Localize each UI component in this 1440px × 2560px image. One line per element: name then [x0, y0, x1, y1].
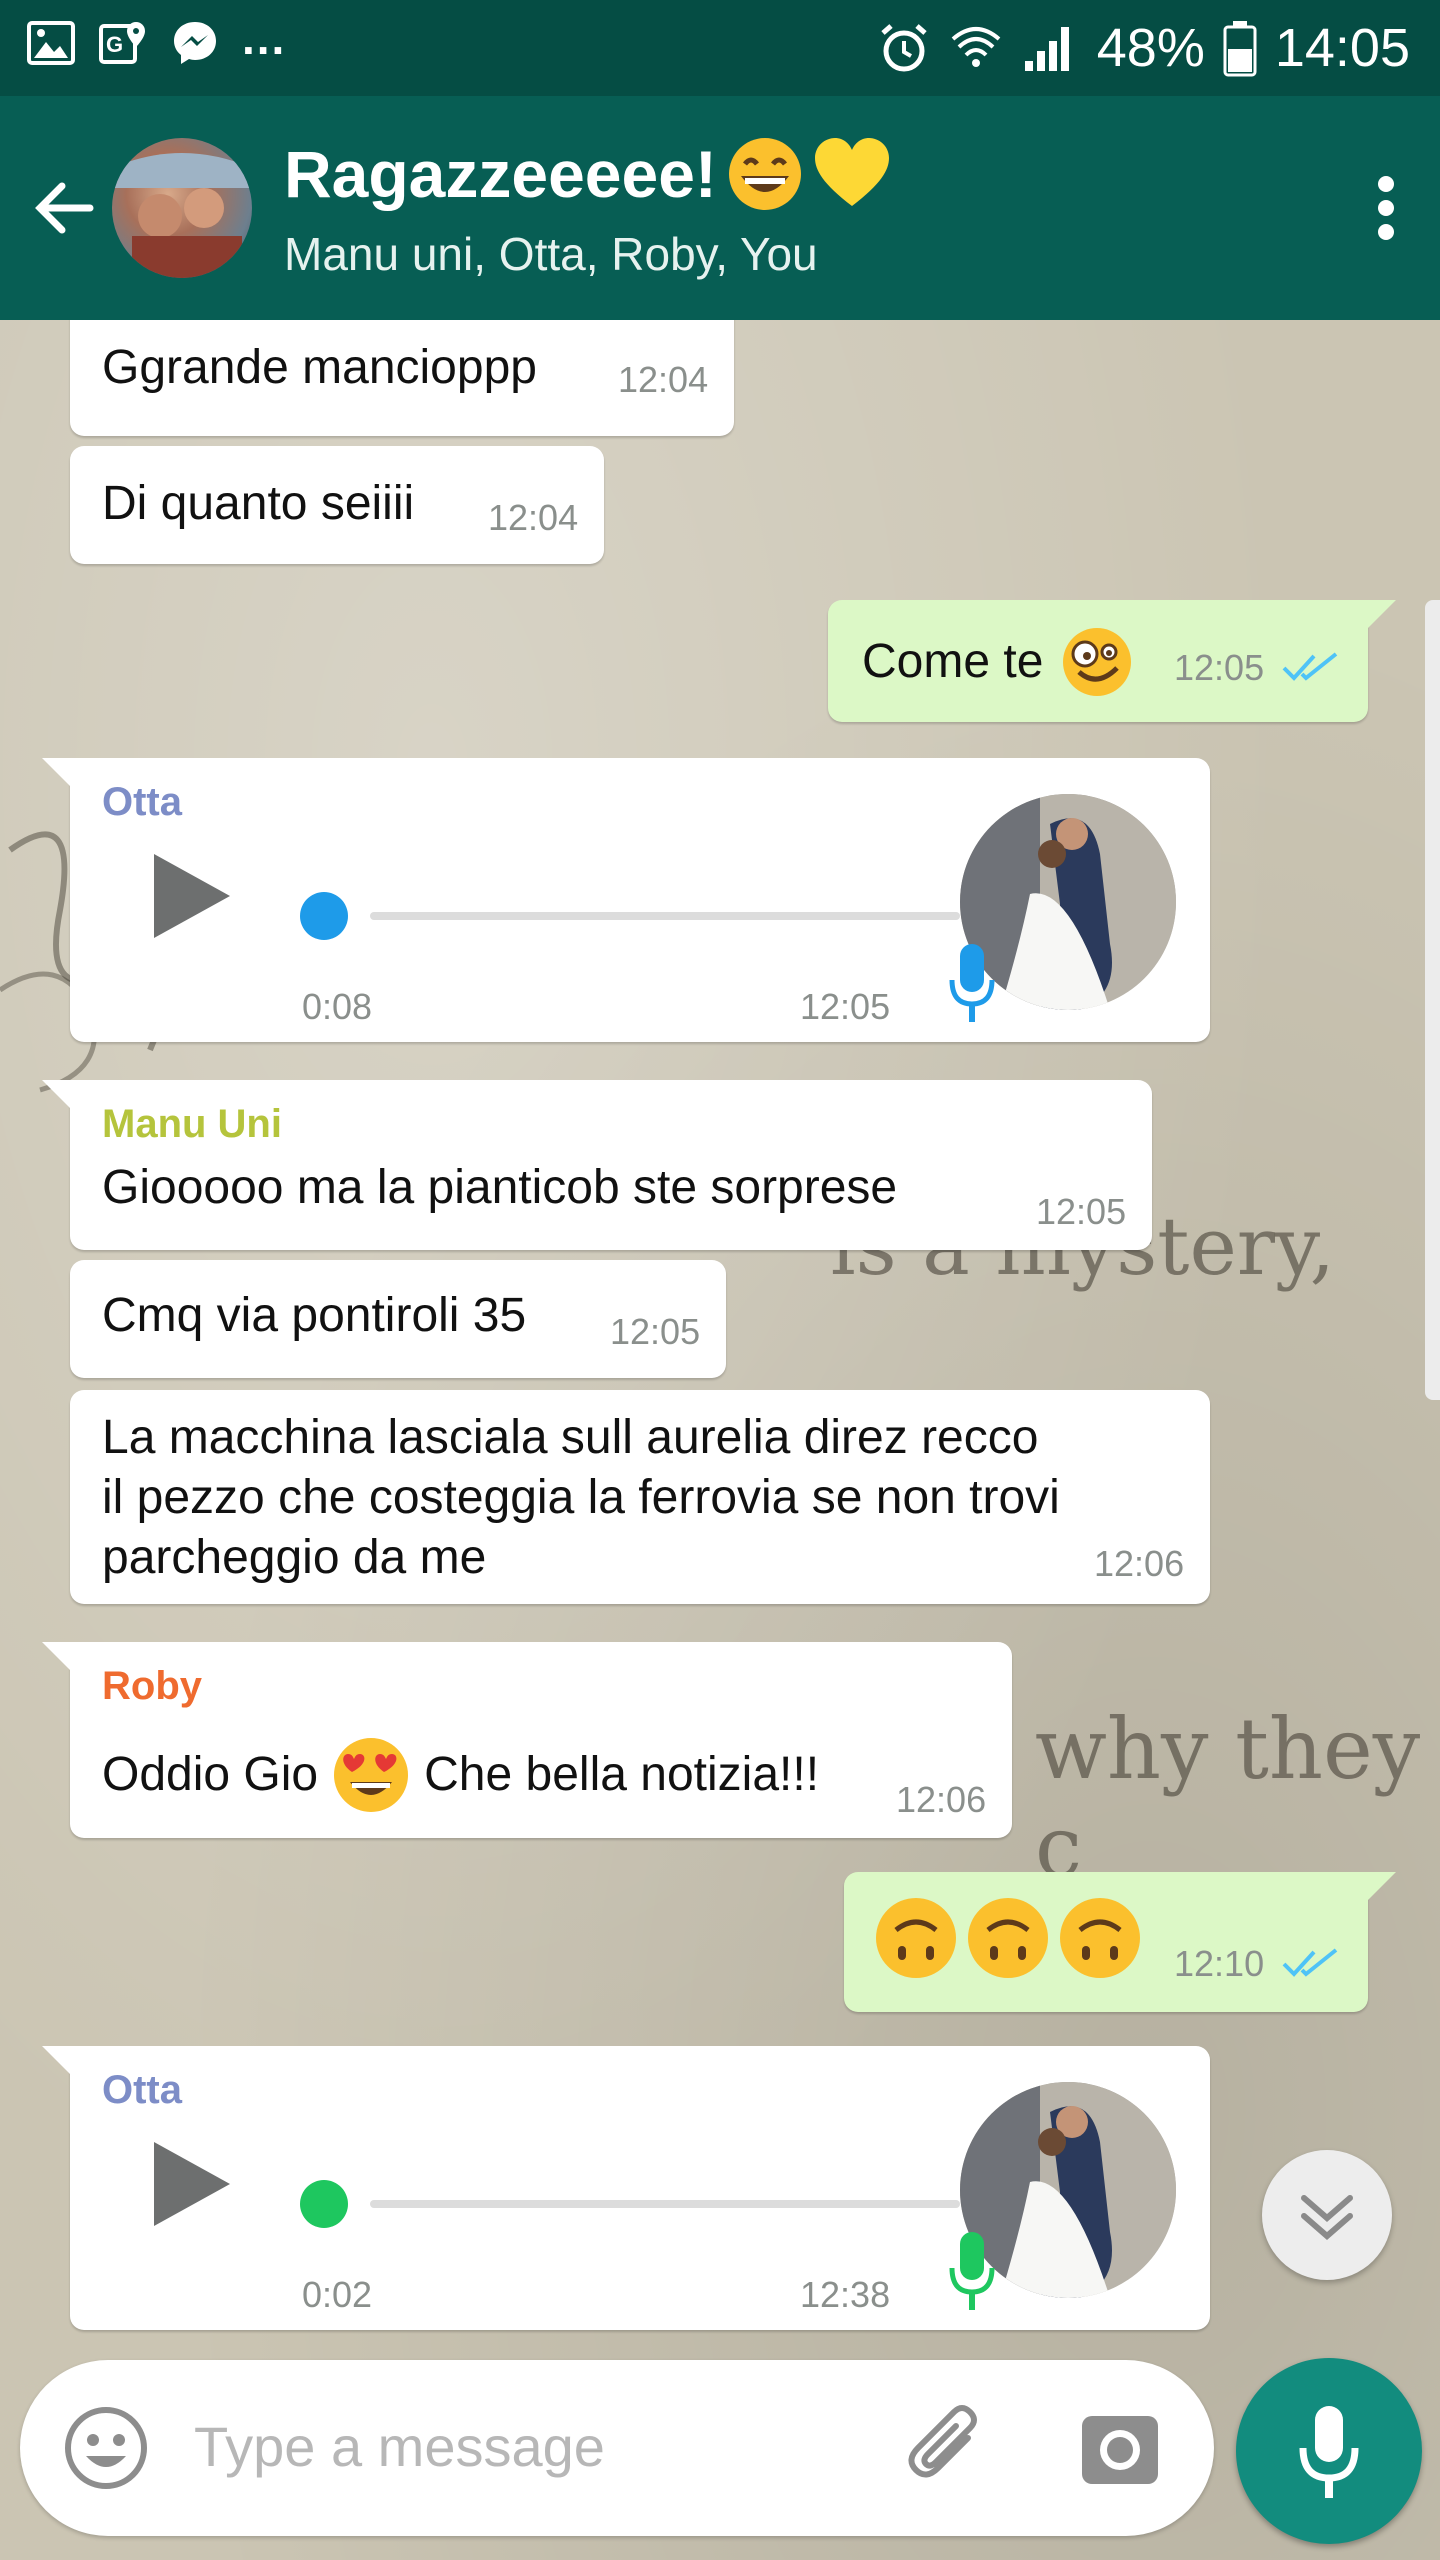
message-text-part: Che bella notizia!!!: [424, 1748, 820, 1801]
bubble-tail: [42, 2046, 74, 2078]
scroll-to-bottom-button[interactable]: [1262, 2150, 1392, 2280]
wifi-icon: [951, 27, 1001, 67]
chat-participants[interactable]: Manu uni, Otta, Roby, You: [284, 226, 818, 282]
upside-down-face-emoji-icon: [968, 1898, 1048, 1978]
voice-duration: 0:08: [302, 986, 373, 1027]
message-text: Ggrande mancioppp: [102, 341, 537, 394]
play-button[interactable]: [154, 2142, 230, 2226]
message-time: 12:10: [1174, 1943, 1265, 1984]
heart-eyes-emoji-icon: [334, 1738, 409, 1812]
emoji-row: [874, 1896, 1142, 1980]
bubble-tail: [42, 1642, 74, 1674]
sender-name: Otta: [102, 780, 182, 824]
play-button[interactable]: [154, 854, 230, 938]
message-time: 12:05: [610, 1311, 701, 1352]
chat-header: Ragazzeeeee! Manu uni, Otta, Roby, You: [0, 96, 1440, 320]
message-bubble[interactable]: La macchina lasciala sull aurelia direz …: [70, 1390, 1210, 1604]
bubble-tail: [42, 1080, 74, 1112]
more-notifications-indicator: ...: [242, 12, 287, 64]
chat-title-text: Ragazzeeeee!: [284, 137, 717, 211]
voice-record-button[interactable]: [1236, 2358, 1422, 2544]
message-text: Cmq via pontiroli 35: [102, 1289, 527, 1342]
voice-message-bubble[interactable]: Otta 0:02 12:38: [42, 2046, 1210, 2330]
emoji-icon[interactable]: [62, 2404, 150, 2492]
wallpaper-text-2: why they c: [1035, 1700, 1421, 1896]
microphone-icon: [949, 2232, 995, 2310]
message-text-content: Come te: [862, 635, 1044, 688]
message-bubble[interactable]: Ggrande mancioppp 12:04: [70, 320, 734, 436]
outgoing-message-bubble[interactable]: 12:10: [844, 1872, 1396, 2012]
message-time: 12:38: [800, 2274, 891, 2315]
message-composer: Type a message: [20, 2360, 1214, 2536]
group-avatar[interactable]: [112, 138, 252, 278]
bubble-tail: [1364, 1872, 1396, 1904]
message-bubble[interactable]: Manu Uni Giooooo ma la pianticob ste sor…: [42, 1080, 1152, 1250]
chat-title[interactable]: Ragazzeeeee!: [284, 134, 891, 214]
back-arrow-icon[interactable]: [28, 172, 100, 244]
microphone-icon: [949, 944, 995, 1022]
sender-name: Otta: [102, 2068, 182, 2112]
message-text: Di quanto seiiii: [102, 477, 415, 530]
overflow-menu-icon[interactable]: [1374, 172, 1398, 244]
attach-icon[interactable]: [898, 2400, 994, 2496]
sender-name: Manu Uni: [102, 1102, 282, 1146]
microphone-icon: [1299, 2406, 1359, 2498]
message-time: 12:06: [1094, 1543, 1185, 1584]
message-time: 12:06: [896, 1779, 987, 1820]
voice-message-bubble[interactable]: Otta 0:08 12:05: [42, 758, 1210, 1042]
audio-progress-knob[interactable]: [300, 2180, 348, 2228]
message-time: 12:05: [1036, 1191, 1127, 1232]
message-bubble[interactable]: Cmq via pontiroli 35 12:05: [70, 1260, 726, 1378]
message-time: 12:05: [800, 986, 891, 1027]
side-panel-edge: [1425, 600, 1440, 1400]
grinning-emoji-icon: [728, 138, 801, 210]
maps-notification-icon: G: [99, 22, 145, 64]
message-time: 12:04: [488, 497, 579, 538]
audio-progress-knob[interactable]: [300, 892, 348, 940]
chat-area[interactable]: is a mystery, why they c Ggrande manciop…: [0, 320, 1440, 2560]
message-text: La macchina lasciala sull aurelia direz …: [102, 1411, 1060, 1584]
camera-icon[interactable]: [1078, 2406, 1162, 2490]
message-time: 12:04: [618, 359, 709, 400]
double-chevron-down-icon: [1301, 2195, 1353, 2240]
yellow-heart-icon: [814, 138, 889, 206]
message-time: 12:05: [1174, 647, 1265, 688]
zany-face-emoji-icon: [1063, 628, 1132, 696]
upside-down-face-emoji-icon: [1060, 1898, 1140, 1978]
message-bubble[interactable]: Roby Oddio Gio Che bella notizia!!! 12:0…: [42, 1642, 1012, 1838]
read-receipt-icon: [1282, 652, 1338, 681]
signal-icon: [1024, 27, 1069, 71]
message-text: Oddio Gio Che bella notizia!!!: [102, 1736, 819, 1814]
message-text: Giooooo ma la pianticob ste sorprese: [102, 1161, 898, 1214]
message-input[interactable]: Type a message: [194, 2412, 605, 2482]
message-bubble[interactable]: Di quanto seiiii 12:04: [70, 446, 604, 564]
voice-duration: 0:02: [302, 2274, 373, 2315]
audio-progress-track[interactable]: [370, 2200, 960, 2208]
read-receipt-icon: [1282, 1948, 1338, 1977]
sender-name: Roby: [102, 1664, 202, 1708]
audio-progress-track[interactable]: [370, 912, 960, 920]
upside-down-face-emoji-icon: [876, 1898, 956, 1978]
message-text: Come te: [862, 626, 1133, 698]
outgoing-message-bubble[interactable]: Come te 12:05: [828, 600, 1396, 722]
battery-percentage: 48%: [1096, 18, 1205, 78]
gallery-notification-icon: [27, 21, 75, 65]
clock: 14:05: [1274, 18, 1410, 78]
messenger-notification-icon: [174, 22, 216, 64]
bubble-tail: [1364, 600, 1396, 632]
bubble-tail: [42, 758, 74, 790]
battery-icon: [1223, 21, 1257, 77]
status-bar: G ... 48% 14:05: [0, 0, 1440, 96]
alarm-icon: [881, 24, 927, 72]
svg-text:G: G: [106, 32, 123, 57]
message-text-part: Oddio Gio: [102, 1748, 319, 1801]
